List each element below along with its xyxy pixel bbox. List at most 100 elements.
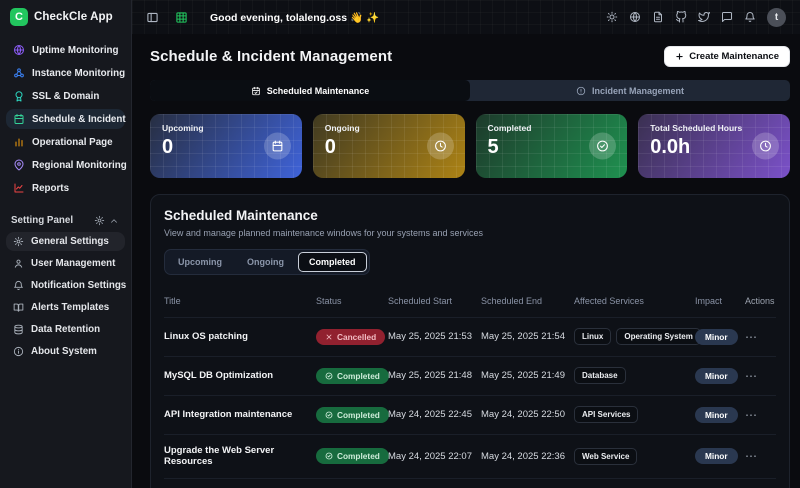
- impact-badge: Minor: [695, 368, 738, 384]
- alert-icon: [576, 86, 586, 96]
- sidebar-item-uptime-monitoring[interactable]: Uptime Monitoring: [6, 40, 125, 60]
- panel-subtitle: View and manage planned maintenance wind…: [164, 228, 776, 238]
- cell-scheduled-end: May 25, 2025 21:49: [481, 370, 574, 381]
- user-avatar[interactable]: t: [767, 8, 786, 27]
- sidebar-item-label: Regional Monitoring: [32, 160, 127, 171]
- column-header-status: Status: [316, 296, 388, 306]
- github-button[interactable]: [675, 11, 687, 23]
- bell-button[interactable]: [744, 11, 756, 23]
- chevup-icon: [109, 216, 119, 226]
- cell-status: Completed: [316, 448, 388, 464]
- grid-button[interactable]: [175, 11, 188, 24]
- calendar-icon: [13, 113, 25, 125]
- filter-ongoing[interactable]: Ongoing: [236, 252, 295, 272]
- stat-icon-circle: [427, 133, 454, 160]
- sidebar-item-label: Uptime Monitoring: [32, 45, 119, 56]
- cell-status: Completed: [316, 368, 388, 384]
- cell-scheduled-end: May 25, 2025 21:54: [481, 331, 574, 342]
- main-area: Good evening, tolaleng.oss 👋 ✨ t Schedul…: [132, 0, 800, 488]
- cell-scheduled-start: May 24, 2025 22:07: [388, 451, 481, 462]
- settings-item-label: Data Retention: [31, 324, 100, 335]
- app-logo-row: C CheckCle App: [0, 0, 131, 34]
- service-tag: Web Service: [574, 448, 637, 465]
- chat-button[interactable]: [721, 11, 733, 23]
- cell-status: Completed: [316, 407, 388, 423]
- create-maintenance-label: Create Maintenance: [689, 51, 779, 62]
- app-logo[interactable]: C: [10, 8, 28, 26]
- clock-icon: [434, 140, 447, 153]
- sun-icon: [606, 11, 618, 23]
- sidebar-item-label: Operational Page: [32, 137, 113, 148]
- settings-item-about-system[interactable]: About System: [6, 342, 125, 361]
- settings-item-alerts-templates[interactable]: Alerts Templates: [6, 298, 125, 317]
- settings-item-data-retention[interactable]: Data Retention: [6, 320, 125, 339]
- clock-icon: [759, 140, 772, 153]
- cell-title: API Integration maintenance: [164, 409, 316, 420]
- cell-title: Linux OS patching: [164, 331, 316, 342]
- row-actions-button[interactable]: ⋯: [745, 449, 758, 463]
- cell-actions: ⋯: [745, 369, 776, 383]
- cell-impact: Minor: [695, 407, 745, 423]
- topbar-right-icons: [606, 11, 756, 23]
- tab-label: Scheduled Maintenance: [267, 86, 370, 96]
- topbar-left-icons: [146, 11, 188, 24]
- cell-actions: ⋯: [745, 330, 776, 344]
- award-icon: [13, 90, 25, 102]
- settings-item-label: User Management: [31, 258, 115, 269]
- pin-icon: [13, 159, 25, 171]
- tab-label: Incident Management: [592, 86, 684, 96]
- sidebar-item-reports[interactable]: Reports: [6, 178, 125, 198]
- bell-icon: [13, 280, 24, 291]
- cell-actions: ⋯: [745, 449, 776, 463]
- table-row: MySQL DB Optimization Completed May 25, …: [164, 356, 776, 395]
- panel-button[interactable]: [146, 11, 159, 24]
- twitter-button[interactable]: [698, 11, 710, 23]
- topbar-right: t: [606, 8, 786, 27]
- tab-scheduled-maintenance[interactable]: Scheduled Maintenance: [150, 80, 470, 101]
- sidebar-item-schedule-incident[interactable]: Schedule & Incident: [6, 109, 125, 129]
- setting-panel-header[interactable]: Setting Panel: [0, 215, 131, 226]
- sun-button[interactable]: [606, 11, 618, 23]
- page-title: Schedule & Incident Management: [150, 48, 392, 65]
- create-maintenance-button[interactable]: Create Maintenance: [664, 46, 790, 67]
- sidebar-item-label: SSL & Domain: [32, 91, 99, 102]
- sidebar-item-operational-page[interactable]: Operational Page: [6, 132, 125, 152]
- table-row: Upgrade the Web Server Resources Complet…: [164, 434, 776, 478]
- sidebar-item-regional-monitoring[interactable]: Regional Monitoring: [6, 155, 125, 175]
- settings-item-notification-settings[interactable]: Notification Settings: [6, 276, 125, 295]
- settings-item-user-management[interactable]: User Management: [6, 254, 125, 273]
- settings-item-general-settings[interactable]: General Settings: [6, 232, 125, 251]
- filter-completed[interactable]: Completed: [298, 252, 367, 272]
- stat-icon-circle: [589, 133, 616, 160]
- maintenance-table: TitleStatusScheduled StartScheduled EndA…: [164, 288, 776, 488]
- cell-affected-services: Web Service: [574, 448, 695, 465]
- stat-label: Total Scheduled Hours: [650, 123, 778, 133]
- page-head: Schedule & Incident Management Create Ma…: [150, 46, 790, 67]
- sidebar-settings-nav: General Settings User Management Notific…: [0, 226, 131, 364]
- globe-button[interactable]: [629, 11, 641, 23]
- cell-actions: ⋯: [745, 408, 776, 422]
- status-badge: Cancelled: [316, 329, 385, 345]
- row-actions-button[interactable]: ⋯: [745, 408, 758, 422]
- stat-label: Completed: [488, 123, 616, 133]
- sidebar-item-instance-monitoring[interactable]: Instance Monitoring: [6, 63, 125, 83]
- tab-incident-management[interactable]: Incident Management: [470, 80, 790, 101]
- status-badge: Completed: [316, 448, 389, 464]
- file-button[interactable]: [652, 11, 664, 23]
- cell-affected-services: API Services: [574, 406, 695, 423]
- setting-panel-icons: [94, 215, 119, 226]
- greeting-text: Good evening, tolaleng.oss 👋 ✨: [210, 11, 379, 24]
- check-icon: [596, 140, 609, 153]
- twitter-icon: [698, 11, 710, 23]
- column-header-affected-services: Affected Services: [574, 296, 695, 306]
- sidebar-nav: Uptime Monitoring Instance Monitoring SS…: [0, 34, 131, 201]
- settings-item-label: Notification Settings: [31, 280, 126, 291]
- chart-icon: [13, 182, 25, 194]
- filter-upcoming[interactable]: Upcoming: [167, 252, 233, 272]
- cell-impact: Minor: [695, 329, 745, 345]
- row-actions-button[interactable]: ⋯: [745, 330, 758, 344]
- row-actions-button[interactable]: ⋯: [745, 369, 758, 383]
- sidebar-item-label: Instance Monitoring: [32, 68, 125, 79]
- sidebar-item-ssl-domain[interactable]: SSL & Domain: [6, 86, 125, 106]
- impact-badge: Minor: [695, 448, 738, 464]
